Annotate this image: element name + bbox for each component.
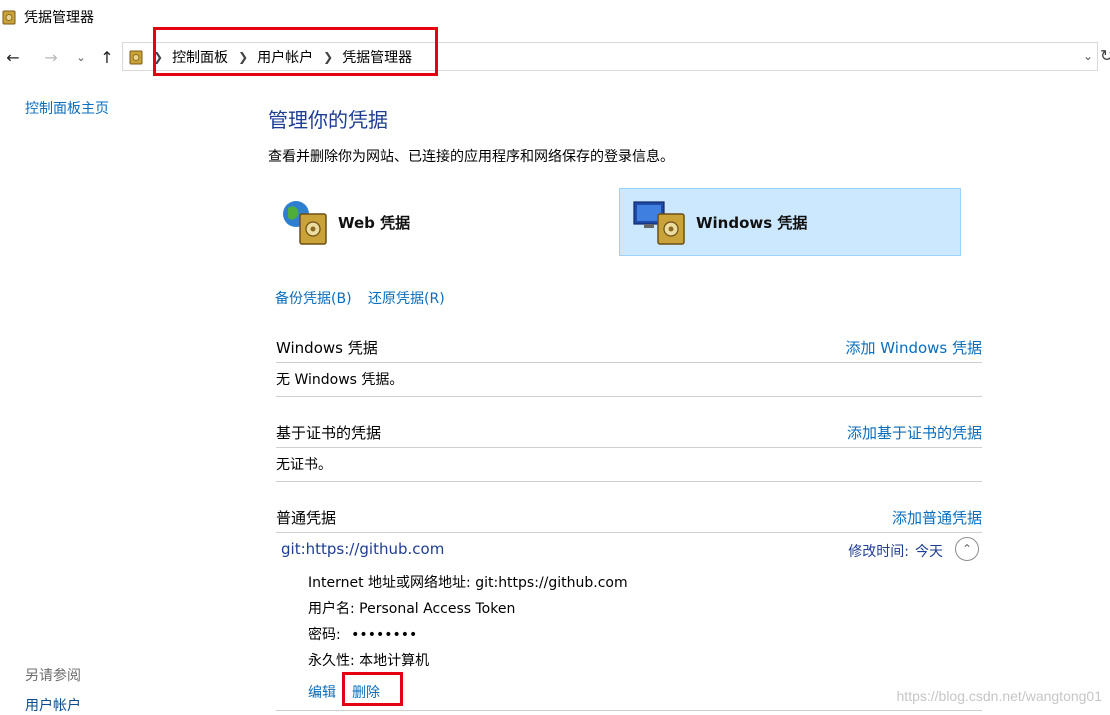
- globe-vault-icon: [283, 201, 327, 245]
- edit-credential-link[interactable]: 编辑: [308, 682, 336, 702]
- chevron-down-icon: ⌄: [76, 50, 86, 64]
- section-title: Windows 凭据: [276, 339, 378, 357]
- recent-locations-button[interactable]: ⌄: [70, 46, 92, 68]
- restore-credentials-link[interactable]: 还原凭据(R): [368, 288, 445, 308]
- address-dropdown-icon[interactable]: ⌄: [1083, 49, 1093, 63]
- forward-button[interactable]: →: [40, 46, 62, 68]
- backup-credentials-link[interactable]: 备份凭据(B): [275, 288, 352, 308]
- page-description: 查看并删除你为网站、已连接的应用程序和网络保存的登录信息。: [268, 149, 674, 165]
- credential-row[interactable]: git:https://github.com 修改时间: 今天 ⌃: [281, 537, 981, 562]
- collapse-button[interactable]: ⌃: [955, 537, 979, 561]
- delete-credential-link[interactable]: 删除: [352, 682, 380, 702]
- windows-credentials-section-header: Windows 凭据 添加 Windows 凭据: [276, 331, 982, 363]
- windows-credentials-label: Windows 凭据: [696, 213, 808, 232]
- divider: [276, 710, 982, 711]
- credential-vault-icon: [2, 10, 16, 25]
- add-certificate-credential-link[interactable]: 添加基于证书的凭据: [847, 422, 982, 443]
- refresh-icon[interactable]: ↻: [1100, 46, 1110, 68]
- section-title: 基于证书的凭据: [276, 424, 382, 442]
- credential-name[interactable]: git:https://github.com: [281, 540, 444, 558]
- modified-value: 今天: [915, 544, 943, 560]
- modified-label: 修改时间:: [848, 544, 909, 560]
- credential-username: 用户名: Personal Access Token: [308, 601, 516, 617]
- windows-credentials-tile[interactable]: Windows 凭据: [619, 188, 961, 256]
- empty-message: 无 Windows 凭据。: [276, 372, 404, 388]
- credential-password: 密码: ••••••••: [308, 624, 417, 644]
- arrow-left-icon: ←: [6, 47, 20, 67]
- credential-vault-icon: [129, 50, 143, 64]
- arrow-up-icon: ↑: [100, 47, 114, 67]
- certificate-credentials-section-body: 无证书。: [276, 448, 982, 482]
- back-button[interactable]: ←: [2, 46, 24, 68]
- arrow-right-icon: →: [44, 47, 58, 67]
- computer-vault-icon: [633, 201, 685, 245]
- add-windows-credential-link[interactable]: 添加 Windows 凭据: [846, 337, 983, 358]
- breadcrumb-highlight: [153, 27, 438, 76]
- up-button[interactable]: ↑: [96, 46, 118, 68]
- add-generic-credential-link[interactable]: 添加普通凭据: [892, 507, 982, 528]
- chevron-up-icon: ⌃: [961, 542, 973, 556]
- web-credentials-label: Web 凭据: [338, 213, 411, 232]
- sidebar-control-panel-home[interactable]: 控制面板主页: [25, 98, 109, 118]
- password-mask: ••••••••: [351, 627, 418, 643]
- sidebar-user-accounts-link[interactable]: 用户帐户: [25, 695, 81, 715]
- password-label: 密码:: [308, 627, 341, 643]
- credential-persistence: 永久性: 本地计算机: [308, 653, 430, 669]
- web-credentials-tile[interactable]: Web 凭据: [278, 188, 598, 256]
- generic-credentials-section-header: 普通凭据 添加普通凭据: [276, 501, 982, 533]
- window-title: 凭据管理器: [24, 10, 94, 26]
- certificate-credentials-section-header: 基于证书的凭据 添加基于证书的凭据: [276, 416, 982, 448]
- empty-message: 无证书。: [276, 457, 332, 473]
- section-title: 普通凭据: [276, 509, 337, 527]
- page-title: 管理你的凭据: [268, 108, 388, 132]
- windows-credentials-section-body: 无 Windows 凭据。: [276, 363, 982, 397]
- watermark: https://blog.csdn.net/wangtong01: [896, 688, 1102, 704]
- credential-address: Internet 地址或网络地址: git:https://github.com: [308, 575, 628, 591]
- sidebar-see-also-heading: 另请参阅: [25, 668, 81, 684]
